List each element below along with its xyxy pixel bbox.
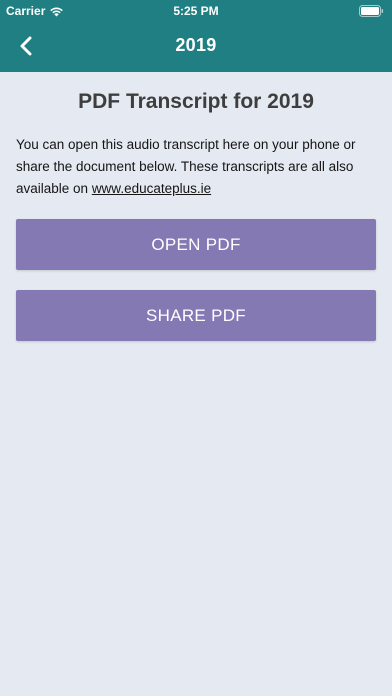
- main-content: PDF Transcript for 2019 You can open thi…: [16, 72, 376, 341]
- share-pdf-label: SHARE PDF: [146, 305, 246, 325]
- battery-icon: [359, 5, 384, 20]
- status-time: 5:25 PM: [173, 4, 219, 18]
- nav-bar: 2019: [0, 22, 392, 72]
- page-title: PDF Transcript for 2019: [78, 90, 314, 113]
- educateplus-link[interactable]: www.educateplus.ie: [92, 181, 211, 196]
- open-pdf-label: OPEN PDF: [151, 234, 241, 254]
- description-text: You can open this audio transcript here …: [16, 134, 376, 200]
- share-pdf-button[interactable]: SHARE PDF: [16, 290, 376, 341]
- nav-title: 2019: [175, 35, 217, 55]
- open-pdf-button[interactable]: OPEN PDF: [16, 219, 376, 270]
- top-bar: Carrier 5:25 PM 2019: [0, 0, 392, 72]
- status-bar: Carrier 5:25 PM: [0, 0, 392, 22]
